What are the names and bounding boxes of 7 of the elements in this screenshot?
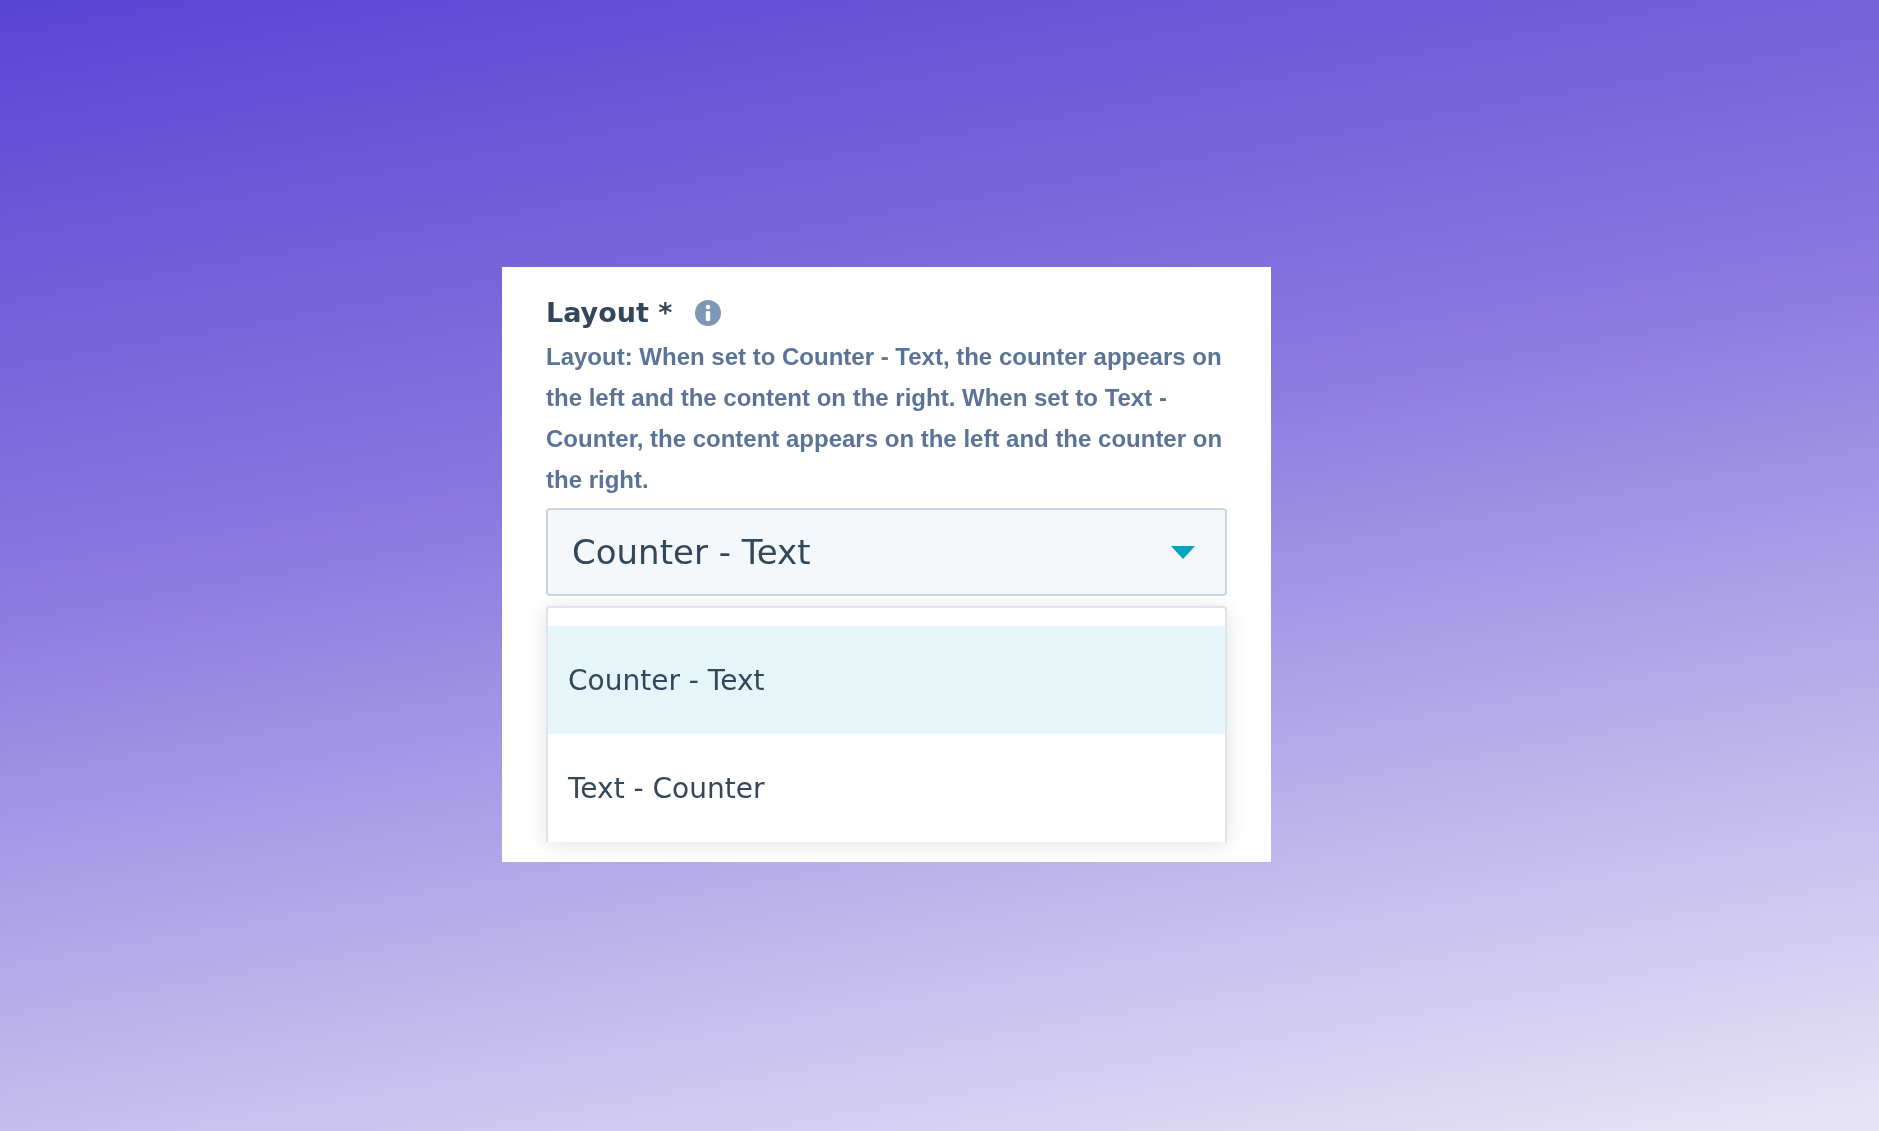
layout-select[interactable]: Counter - Text [546, 508, 1227, 596]
dropdown-option[interactable]: Text - Counter [548, 734, 1225, 842]
help-text: Layout: When set to Counter - Text, the counter appears on the left and the content on the right. When set to Text - Counter, the content appears on the left and the counter on the right. [546, 342, 1224, 495]
dropdown-option[interactable]: Counter - Text [548, 626, 1225, 734]
caret-icon [1171, 545, 1195, 559]
field-label: Layout * [546, 297, 673, 328]
info-icon[interactable] [694, 298, 723, 327]
